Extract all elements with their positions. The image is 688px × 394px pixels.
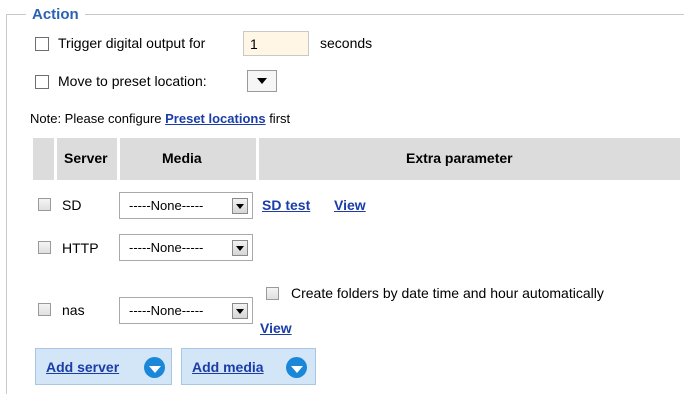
nas-media-select[interactable]: -----None----- xyxy=(119,297,253,324)
sd-test-link[interactable]: SD test xyxy=(262,197,310,213)
header-separator xyxy=(256,138,259,180)
header-separator xyxy=(117,138,120,180)
chevron-down-circle-icon xyxy=(286,357,307,378)
add-media-button[interactable]: Add media xyxy=(181,348,316,385)
seconds-label: seconds xyxy=(320,35,373,51)
nas-media-value: -----None----- xyxy=(129,303,204,318)
server-sd-checkbox[interactable] xyxy=(38,198,51,211)
sd-media-select[interactable]: -----None----- xyxy=(119,192,253,219)
trigger-output-label: Trigger digital output for xyxy=(58,35,206,51)
header-separator xyxy=(54,138,57,180)
server-http-label: HTTP xyxy=(62,240,99,256)
chevron-down-icon xyxy=(248,71,276,91)
header-media: Media xyxy=(162,150,202,166)
fieldset-border-top xyxy=(6,14,684,15)
server-sd-label: SD xyxy=(62,197,82,213)
table-header xyxy=(33,138,680,180)
note-suffix: first xyxy=(265,111,291,126)
header-extra-parameter: Extra parameter xyxy=(406,150,513,166)
action-legend: Action xyxy=(26,6,85,23)
dropdown-arrow-icon xyxy=(232,198,248,214)
header-server: Server xyxy=(64,150,108,166)
preset-location-label: Move to preset location: xyxy=(58,73,207,89)
fieldset-border-left xyxy=(6,14,7,394)
server-http-checkbox[interactable] xyxy=(38,241,51,254)
nas-view-link[interactable]: View xyxy=(260,320,292,336)
create-folders-label: Create folders by date time and hour aut… xyxy=(291,285,604,301)
sd-media-value: -----None----- xyxy=(129,198,204,213)
dropdown-arrow-icon xyxy=(232,240,248,256)
add-media-label: Add media xyxy=(192,359,264,375)
trigger-duration-input[interactable] xyxy=(243,31,309,56)
http-media-value: -----None----- xyxy=(129,240,204,255)
preset-location-select[interactable] xyxy=(247,70,277,92)
server-nas-label: nas xyxy=(62,302,85,318)
preset-note: Note: Please configure Preset locations … xyxy=(30,111,290,126)
dropdown-arrow-icon xyxy=(232,303,248,319)
add-server-button[interactable]: Add server xyxy=(35,348,172,385)
note-prefix: Note: Please configure xyxy=(30,111,166,126)
add-server-label: Add server xyxy=(46,359,120,375)
http-media-select[interactable]: -----None----- xyxy=(119,234,253,261)
server-nas-checkbox[interactable] xyxy=(38,303,51,316)
preset-location-checkbox[interactable] xyxy=(35,75,49,89)
sd-view-link[interactable]: View xyxy=(334,197,366,213)
trigger-output-checkbox[interactable] xyxy=(35,37,49,51)
create-folders-checkbox[interactable] xyxy=(266,287,279,300)
chevron-down-circle-icon xyxy=(144,357,165,378)
preset-locations-link[interactable]: Preset locations xyxy=(165,111,265,126)
